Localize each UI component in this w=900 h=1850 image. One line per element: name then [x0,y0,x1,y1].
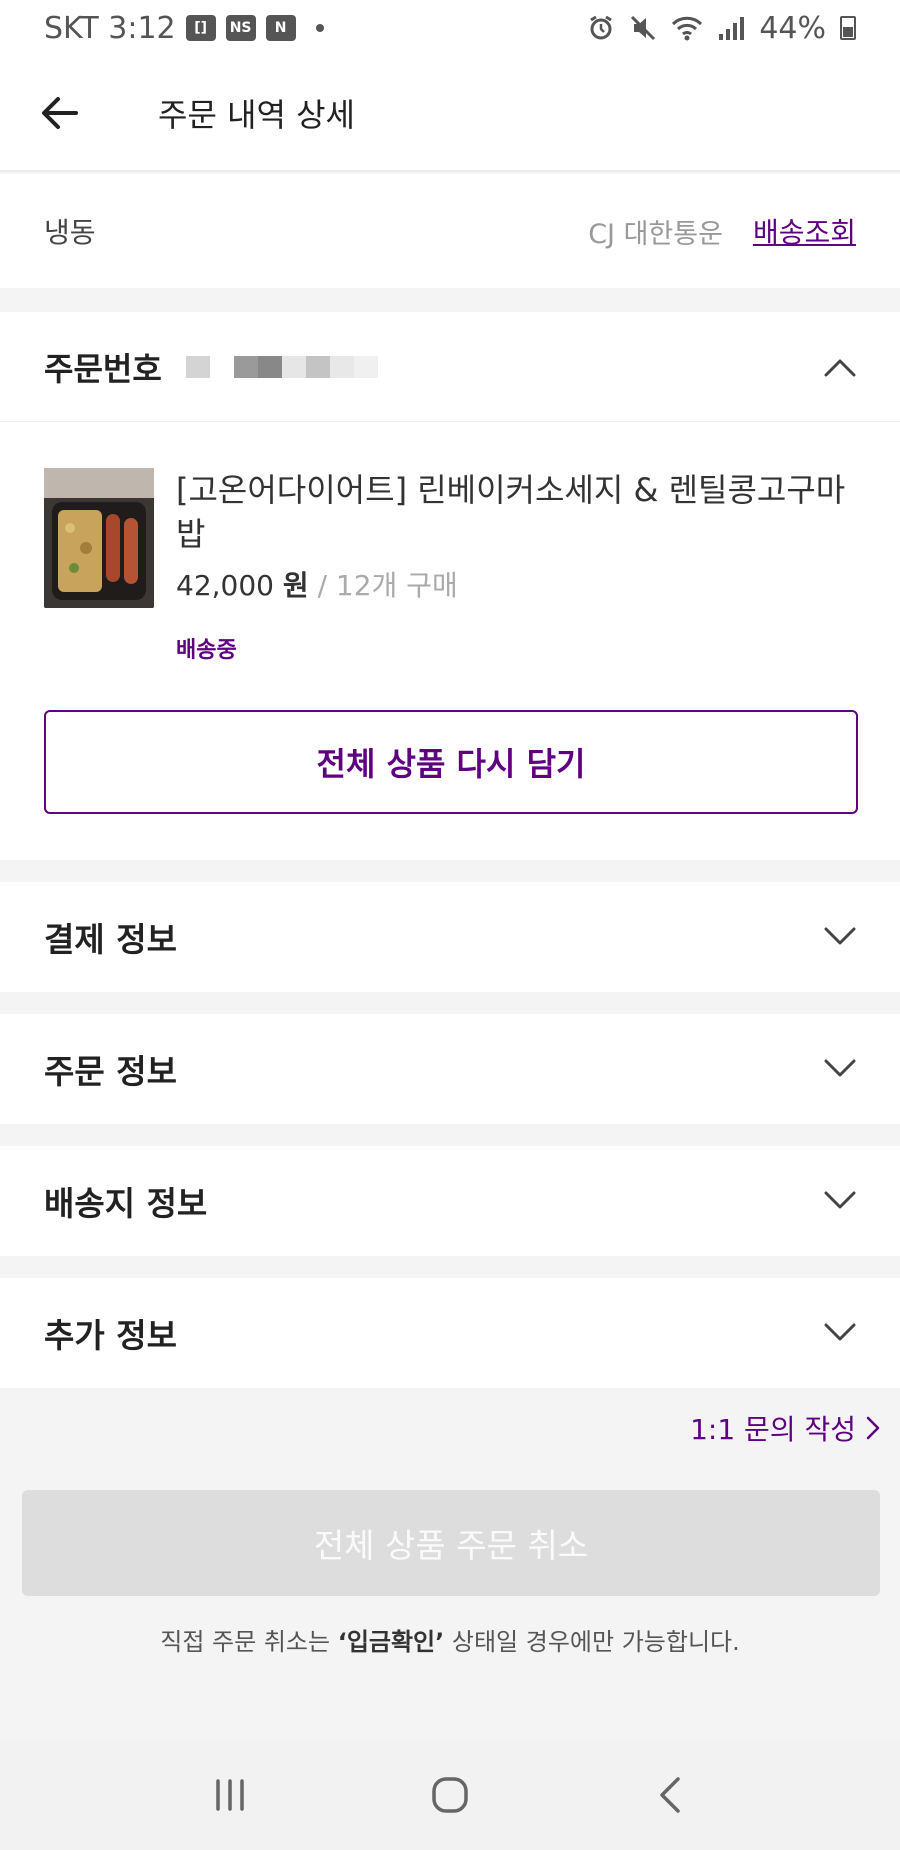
shipping-address-label: 배송지 정보 [44,1184,208,1223]
status-bar: SKT 3:12 [] NS N 44% [0,0,900,56]
product-thumbnail[interactable] [44,468,154,608]
inquiry-label: 1:1 문의 작성 [690,1413,856,1446]
order-info-label: 주문 정보 [44,1052,177,1091]
chevron-down-icon [824,1059,856,1077]
notification-badge-2: NS [225,15,256,41]
battery-icon [840,16,856,40]
arrow-left-icon [42,97,78,129]
chevron-up-icon[interactable] [824,357,856,377]
chevron-down-icon [824,927,856,945]
mute-icon [631,15,656,41]
courier-name: CJ 대한통운 [588,218,723,250]
carrier-time: SKT 3:12 [44,10,176,46]
inquiry-link[interactable]: 1:1 문의 작성 [690,1408,880,1448]
order-info-section[interactable]: 주문 정보 [0,1014,900,1124]
price-currency: 원 [282,569,309,602]
reorder-all-button[interactable]: 전체 상품 다시 담기 [44,710,858,814]
recents-icon [216,1779,244,1811]
notification-badge-1: [] [185,15,216,41]
home-button[interactable] [410,1755,490,1835]
back-button[interactable] [0,55,120,171]
alarm-icon [590,15,613,40]
notification-badge-3: N [265,15,296,41]
cancel-note-status: ‘입금확인’ [337,1628,445,1656]
shipping-address-section[interactable]: 배송지 정보 [0,1146,900,1256]
track-delivery-link[interactable]: 배송조회 [753,211,856,251]
system-nav-bar [0,1740,900,1850]
delivery-info-row: 냉동 CJ 대한통운 배송조회 [0,174,900,288]
product-price: 42,000 원 / 12개 구매 [176,564,458,604]
chevron-left-icon [660,1777,680,1813]
delivery-status: 배송중 [176,638,237,663]
cancel-note: 직접 주문 취소는 ‘입금확인’ 상태일 경우에만 가능합니다. [160,1628,740,1656]
order-section: 주문번호 [고온어다이어트] 린베이커소세지 & 렌틸콩고구마밥 42,000 … [0,312,900,860]
home-icon [432,1777,468,1813]
battery-percent: 44% [759,10,826,46]
recents-button[interactable] [190,1755,270,1835]
order-number-label: 주문번호 [44,349,162,388]
delivery-type: 냉동 [44,216,96,249]
purchase-quantity: / 12개 구매 [317,569,458,602]
additional-info-label: 추가 정보 [44,1316,177,1355]
product-name[interactable]: [고온어다이어트] 린베이커소세지 & 렌틸콩고구마밥 [176,468,856,556]
additional-info-section[interactable]: 추가 정보 [0,1278,900,1388]
system-back-button[interactable] [630,1755,710,1835]
chevron-down-icon [824,1323,856,1341]
price-amount: 42,000 [176,569,274,602]
app-bar: 주문 내역 상세 [0,56,900,172]
page-title: 주문 내역 상세 [158,96,355,134]
product-item: [고온어다이어트] 린베이커소세지 & 렌틸콩고구마밥 42,000 원 / 1… [0,422,900,692]
payment-info-label: 결제 정보 [44,920,177,959]
payment-info-section[interactable]: 결제 정보 [0,882,900,992]
notification-dot [315,24,324,32]
order-number-redacted [185,355,378,378]
signal-icon [719,17,745,40]
chevron-down-icon [824,1191,856,1209]
cancel-all-orders-button[interactable]: 전체 상품 주문 취소 [22,1490,880,1596]
wifi-icon [672,16,703,41]
order-header[interactable]: 주문번호 [0,312,900,422]
chevron-right-icon [866,1416,880,1440]
